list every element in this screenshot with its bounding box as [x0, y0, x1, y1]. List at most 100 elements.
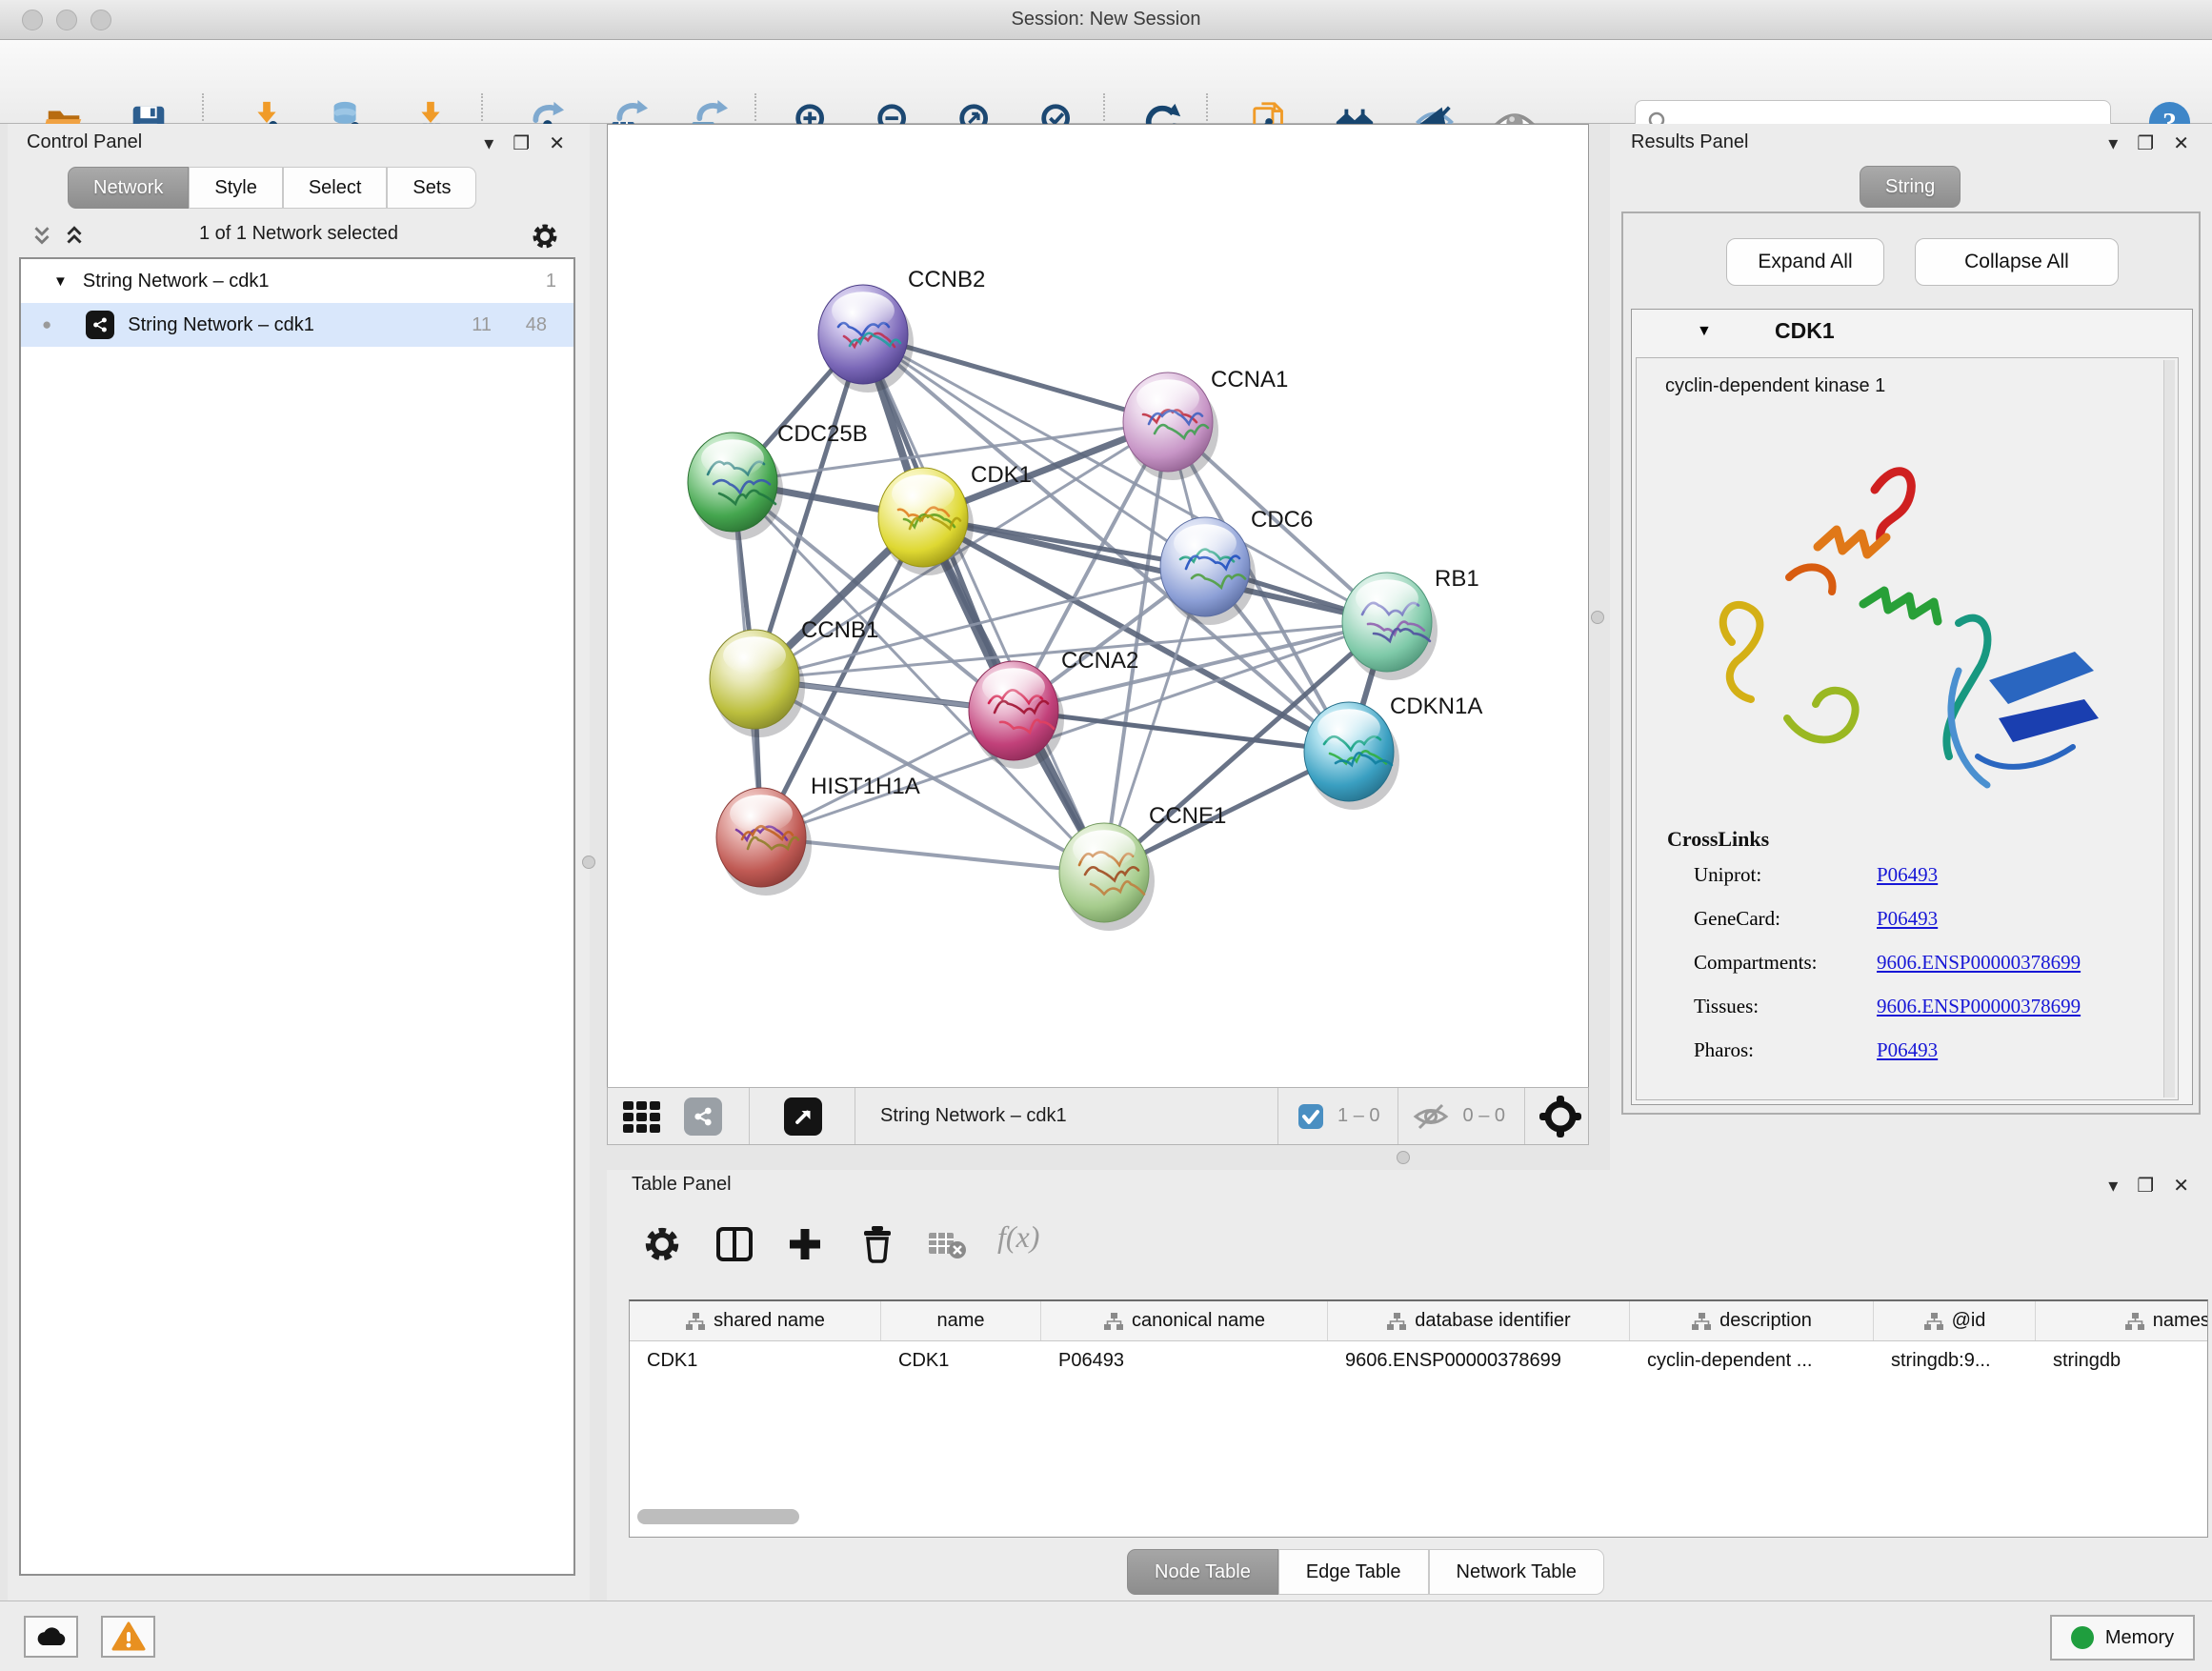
panel-collapse-icon[interactable]: ▾	[484, 131, 493, 154]
network-node-CDK1[interactable]: CDK1	[878, 462, 1032, 575]
network-node-CCNE1[interactable]: CCNE1	[1059, 803, 1226, 931]
bottom-splitter-handle[interactable]	[1397, 1151, 1410, 1164]
warning-button[interactable]	[101, 1616, 155, 1658]
column-header-canonical-name[interactable]: canonical name	[1041, 1301, 1328, 1340]
hidden-count: 0 – 0	[1463, 1105, 1505, 1127]
network-list: ▼ String Network – cdk1 1 ● String Netwo…	[19, 257, 575, 1576]
network-node-CDC6[interactable]: CDC6	[1160, 507, 1313, 625]
panel-float-icon[interactable]: ❐	[513, 131, 530, 154]
network-node-CCNA2[interactable]: CCNA2	[969, 648, 1138, 769]
network-node-CDKN1A[interactable]: CDKN1A	[1304, 694, 1482, 810]
column-header-database-identifier[interactable]: database identifier	[1328, 1301, 1630, 1340]
table-row[interactable]: CDK1CDK1P064939606.ENSP00000378699cyclin…	[630, 1341, 2207, 1379]
table-cell-shared-name[interactable]: CDK1	[630, 1350, 881, 1372]
tab-network[interactable]: Network	[68, 167, 189, 209]
tab-network-table[interactable]: Network Table	[1429, 1549, 1604, 1595]
node-label-CDC25B: CDC25B	[777, 421, 868, 447]
crosslink-link[interactable]: 9606.ENSP00000378699	[1877, 995, 2081, 1018]
table-cell-@id[interactable]: stringdb:9...	[1874, 1350, 2036, 1372]
column-header-shared-name[interactable]: shared name	[630, 1301, 881, 1340]
node-label-CDKN1A: CDKN1A	[1390, 694, 1482, 719]
shared-column-icon	[1923, 1312, 1944, 1331]
tree-expander-icon[interactable]: ▼	[53, 273, 68, 290]
table-cell-database-identifier[interactable]: 9606.ENSP00000378699	[1328, 1350, 1630, 1372]
section-expander-icon[interactable]: ▼	[1697, 323, 1712, 340]
network-collection-row[interactable]: ▼ String Network – cdk1 1	[21, 259, 573, 303]
hidden-eye-slash-icon[interactable]	[1412, 1102, 1450, 1131]
control-panel-title: Control Panel	[27, 131, 142, 153]
panel-float-icon[interactable]: ❐	[2137, 131, 2154, 154]
column-header-label: @id	[1952, 1310, 1986, 1332]
table-cell-namespace[interactable]: stringdb	[2036, 1350, 2208, 1372]
cloud-icon	[34, 1624, 69, 1649]
network-node-CCNA1[interactable]: CCNA1	[1123, 367, 1288, 480]
column-header-label: canonical name	[1132, 1310, 1265, 1332]
network-graph[interactable]: CCNB2 CCNA1 CDC25B CDK1 CDC6 RB1 CCNB1 CCNA2 CDK…	[608, 125, 1588, 1086]
crosslink-link[interactable]: P06493	[1877, 907, 1938, 931]
warning-icon	[111, 1621, 146, 1652]
crosslink-link[interactable]: 9606.ENSP00000378699	[1877, 951, 2081, 975]
delete-table-icon	[927, 1229, 967, 1261]
network-view-title: String Network – cdk1	[880, 1105, 1067, 1127]
delete-column-button[interactable]	[856, 1223, 898, 1270]
column-header-@id[interactable]: @id	[1874, 1301, 2036, 1340]
collection-count: 1	[546, 271, 556, 292]
network-view-canvas[interactable]: CCNB2 CCNA1 CDC25B CDK1 CDC6 RB1 CCNB1 CCNA2 CDK…	[607, 124, 1589, 1087]
column-header-name[interactable]: name	[881, 1301, 1041, 1340]
delete-table-button[interactable]	[927, 1229, 967, 1266]
collapse-all-button[interactable]: Collapse All	[1915, 238, 2119, 286]
cloud-button[interactable]	[24, 1616, 78, 1658]
grid-view-icon[interactable]	[621, 1097, 665, 1136]
gear-icon[interactable]	[530, 221, 560, 252]
tab-sets[interactable]: Sets	[387, 167, 476, 209]
panel-collapse-icon[interactable]: ▾	[2108, 1174, 2118, 1197]
tab-string[interactable]: String	[1860, 166, 1961, 208]
table-cell-description[interactable]: cyclin-dependent ...	[1630, 1350, 1874, 1372]
column-header-namespace[interactable]: namespace	[2036, 1301, 2208, 1340]
tab-node-table[interactable]: Node Table	[1127, 1549, 1278, 1595]
control-panel: Control Panel ▾ ❐ ✕ NetworkStyleSelectSe…	[8, 124, 590, 1601]
panel-close-icon[interactable]: ✕	[549, 131, 565, 154]
tab-edge-table[interactable]: Edge Table	[1278, 1549, 1429, 1595]
left-splitter-handle[interactable]	[582, 856, 595, 869]
column-header-description[interactable]: description	[1630, 1301, 1874, 1340]
network-row[interactable]: ● String Network – cdk1 11 48	[21, 303, 573, 347]
tab-style[interactable]: Style	[189, 167, 282, 209]
panel-close-icon[interactable]: ✕	[2173, 131, 2189, 154]
horizontal-scrollbar[interactable]	[637, 1509, 799, 1524]
selected-checkbox-icon[interactable]	[1297, 1103, 1324, 1130]
network-node-CCNB2[interactable]: CCNB2	[818, 267, 985, 393]
crosslink-row: Uniprot:P06493	[1694, 863, 2151, 907]
network-node-CCNB1[interactable]: CCNB1	[710, 617, 878, 737]
network-node-HIST1H1A[interactable]: HIST1H1A	[716, 774, 920, 896]
crosslink-label: Pharos:	[1694, 1038, 1754, 1061]
tab-select[interactable]: Select	[283, 167, 388, 209]
birdseye-view-icon[interactable]	[784, 1097, 822, 1136]
results-scrollbar[interactable]	[2163, 360, 2175, 1097]
memory-button[interactable]: Memory	[2050, 1615, 2195, 1661]
crosslink-link[interactable]: P06493	[1877, 863, 1938, 887]
network-share-view-icon[interactable]	[684, 1097, 722, 1136]
network-node-CDC25B[interactable]: CDC25B	[688, 421, 868, 540]
expand-all-button[interactable]: Expand All	[1726, 238, 1884, 286]
panel-float-icon[interactable]: ❐	[2137, 1174, 2154, 1197]
panel-close-icon[interactable]: ✕	[2173, 1174, 2189, 1197]
crosshair-icon[interactable]	[1538, 1095, 1582, 1138]
table-settings-button[interactable]	[641, 1223, 683, 1270]
edge-count: 48	[526, 314, 547, 336]
table-cell-name[interactable]: CDK1	[881, 1350, 1041, 1372]
add-column-button[interactable]	[784, 1223, 826, 1270]
network-node-RB1[interactable]: RB1	[1342, 566, 1479, 680]
crosslink-link[interactable]: P06493	[1877, 1038, 1938, 1062]
apply-function-button[interactable]: f(x)	[997, 1219, 1039, 1255]
right-splitter-handle[interactable]	[1591, 611, 1604, 624]
table-cell-canonical-name[interactable]: P06493	[1041, 1350, 1328, 1372]
network-state-dot-icon: ●	[42, 315, 51, 334]
network-row-label: String Network – cdk1	[128, 314, 314, 336]
network-list-header: 1 of 1 Network selected	[8, 213, 590, 259]
node-count: 11	[472, 314, 492, 336]
show-columns-button[interactable]	[714, 1223, 755, 1270]
table-panel: Table Panel ▾ ❐ ✕	[607, 1170, 2212, 1601]
panel-collapse-icon[interactable]: ▾	[2108, 131, 2118, 154]
node-label-CDC6: CDC6	[1251, 507, 1313, 533]
